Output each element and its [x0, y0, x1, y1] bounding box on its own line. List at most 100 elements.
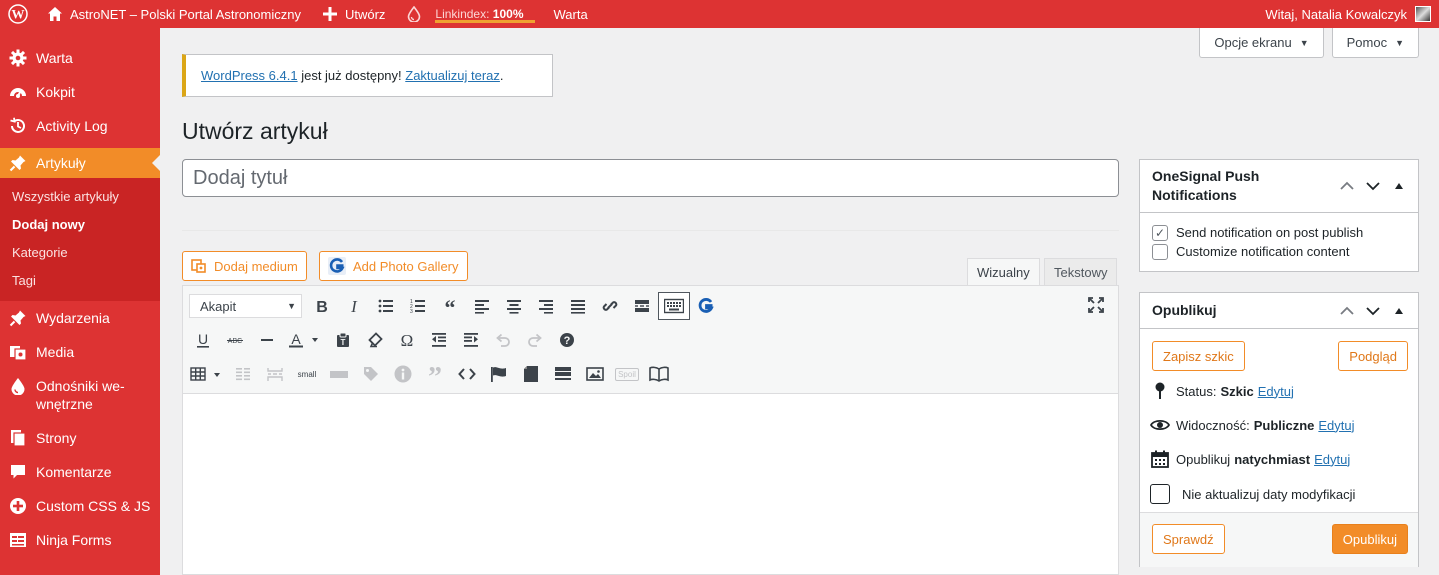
align-center-icon[interactable] — [498, 292, 530, 320]
tab-text[interactable]: Tekstowy — [1044, 258, 1118, 287]
tab-visual[interactable]: Wizualny — [967, 258, 1040, 287]
horizontal-line-icon[interactable] — [251, 326, 283, 354]
submenu-item-tags[interactable]: Tagi — [0, 267, 160, 295]
align-justify-icon[interactable] — [562, 292, 594, 320]
align-left-icon[interactable] — [466, 292, 498, 320]
toolbar-toggle-icon[interactable] — [658, 292, 690, 320]
edit-status-link[interactable]: Edytuj — [1258, 384, 1294, 399]
sidebar-item-odnosniki[interactable]: Odnośniki we-wnętrzne — [0, 369, 160, 421]
align-right-icon[interactable] — [530, 292, 562, 320]
sidebar-item-warta[interactable]: Warta — [0, 41, 160, 75]
undo-icon[interactable] — [487, 326, 519, 354]
book-icon[interactable] — [643, 360, 675, 388]
wordpress-logo-icon[interactable]: W — [0, 0, 36, 28]
special-character-icon[interactable]: Ω — [391, 326, 423, 354]
move-up-icon[interactable] — [1334, 298, 1360, 324]
send-notification-checkbox[interactable]: ✓ — [1152, 224, 1168, 241]
publish-button[interactable]: Opublikuj — [1331, 524, 1408, 554]
small-text-button[interactable]: small — [291, 360, 323, 388]
new-content-link[interactable]: Utwórz — [311, 0, 395, 28]
my-account[interactable]: Witaj, Natalia Kowalczyk — [1265, 6, 1439, 22]
linkindex-indicator[interactable] — [395, 0, 425, 28]
update-now-link[interactable]: Zaktualizuj teraz — [405, 68, 500, 83]
indent-icon[interactable] — [455, 326, 487, 354]
info-icon[interactable] — [387, 360, 419, 388]
read-more-icon[interactable] — [626, 292, 658, 320]
code-icon[interactable] — [451, 360, 483, 388]
sidebar-item-komentarze[interactable]: Komentarze — [0, 455, 160, 489]
move-down-icon[interactable] — [1360, 173, 1386, 199]
submenu-item-all-posts[interactable]: Wszystkie artykuły — [0, 183, 160, 211]
wordpress-version-link[interactable]: WordPress 6.4.1 — [201, 68, 298, 83]
redo-icon[interactable] — [519, 326, 551, 354]
numbered-list-icon[interactable]: 123 — [402, 292, 434, 320]
image-icon[interactable] — [579, 360, 611, 388]
flag-icon[interactable] — [483, 360, 515, 388]
linkindex-status[interactable]: Linkindex: 100% — [425, 0, 536, 28]
edit-visibility-link[interactable]: Edytuj — [1318, 418, 1354, 433]
table-icon[interactable] — [187, 360, 227, 388]
editor-content-area[interactable] — [182, 394, 1119, 575]
sidebar-item-strony[interactable]: Strony — [0, 421, 160, 455]
customize-notification-checkbox[interactable] — [1152, 243, 1168, 260]
sidebar-item-ninja-forms[interactable]: Ninja Forms — [0, 523, 160, 557]
send-notification-option[interactable]: ✓ Send notification on post publish — [1152, 223, 1406, 242]
highlight-icon[interactable] — [323, 360, 355, 388]
post-title-input[interactable] — [182, 159, 1119, 197]
bullet-list-icon[interactable] — [370, 292, 402, 320]
add-media-button[interactable]: Dodaj medium — [182, 251, 307, 281]
clear-formatting-icon[interactable] — [359, 326, 391, 354]
preview-button[interactable]: Podgląd — [1338, 341, 1408, 371]
link-icon[interactable] — [594, 292, 626, 320]
customize-notification-option[interactable]: Customize notification content — [1152, 242, 1406, 261]
blockquote-icon[interactable]: “ — [434, 292, 466, 320]
bold-icon[interactable]: B — [306, 292, 338, 320]
banner-icon[interactable] — [547, 360, 579, 388]
submenu-item-add-new[interactable]: Dodaj nowy — [0, 211, 160, 239]
text-color-icon[interactable]: A — [283, 326, 327, 354]
no-update-date-option[interactable]: Nie aktualizuj daty modyfikacji — [1150, 484, 1355, 504]
collapse-toggle-icon[interactable] — [1386, 173, 1412, 199]
submenu-item-categories[interactable]: Kategorie — [0, 239, 160, 267]
screen-options-button[interactable]: Opcje ekranu ▼ — [1199, 28, 1324, 58]
sidebar-item-media[interactable]: Media — [0, 335, 160, 369]
quote-icon[interactable]: ” — [419, 360, 451, 388]
pages-icon — [9, 429, 27, 447]
format-select[interactable]: Akapit ▼ — [189, 294, 302, 318]
collapse-toggle-icon[interactable] — [1386, 298, 1412, 324]
gallery-logo-icon[interactable] — [690, 292, 722, 320]
avatar — [1415, 6, 1431, 22]
edit-schedule-link[interactable]: Edytuj — [1314, 452, 1350, 467]
help-button[interactable]: Pomoc ▼ — [1331, 28, 1419, 58]
sidebar-item-kokpit[interactable]: Kokpit — [0, 75, 160, 109]
tag-icon[interactable] — [355, 360, 387, 388]
fullscreen-icon[interactable] — [1080, 291, 1112, 319]
move-up-icon[interactable] — [1334, 173, 1360, 199]
move-down-icon[interactable] — [1360, 298, 1386, 324]
help-icon[interactable]: ? — [551, 326, 583, 354]
sidebar-item-label: Activity Log — [36, 118, 108, 134]
sidebar-item-wydarzenia[interactable]: Wydarzenia — [0, 301, 160, 335]
add-photo-gallery-button[interactable]: Add Photo Gallery — [319, 251, 468, 281]
no-update-date-checkbox[interactable] — [1150, 484, 1170, 504]
page-break-icon[interactable] — [259, 360, 291, 388]
paste-text-icon[interactable]: T — [327, 326, 359, 354]
italic-icon[interactable]: I — [338, 292, 370, 320]
spoiler-button[interactable]: Spoil — [611, 360, 643, 388]
outdent-icon[interactable] — [423, 326, 455, 354]
site-name-link[interactable]: AstroNET – Polski Portal Astronomiczny — [36, 0, 311, 28]
sidebar-item-custom-css-js[interactable]: Custom CSS & JS — [0, 489, 160, 523]
document-icon[interactable] — [515, 360, 547, 388]
sidebar-item-activity-log[interactable]: Activity Log — [0, 109, 160, 143]
check-button[interactable]: Sprawdź — [1152, 524, 1225, 554]
sidebar-item-artykuly[interactable]: Artykuły — [0, 148, 160, 178]
caret-down-icon: ▼ — [1299, 37, 1309, 48]
warta-link[interactable]: Warta — [534, 0, 598, 28]
underline-icon[interactable]: U — [187, 326, 219, 354]
toolbar-row-1: Akapit ▼ B I 123 “ — [187, 291, 722, 321]
columns-icon[interactable] — [227, 360, 259, 388]
svg-text:B: B — [316, 299, 328, 314]
svg-text:“: “ — [445, 298, 456, 314]
save-draft-button[interactable]: Zapisz szkic — [1152, 341, 1245, 371]
strikethrough-icon[interactable]: ABC — [219, 326, 251, 354]
